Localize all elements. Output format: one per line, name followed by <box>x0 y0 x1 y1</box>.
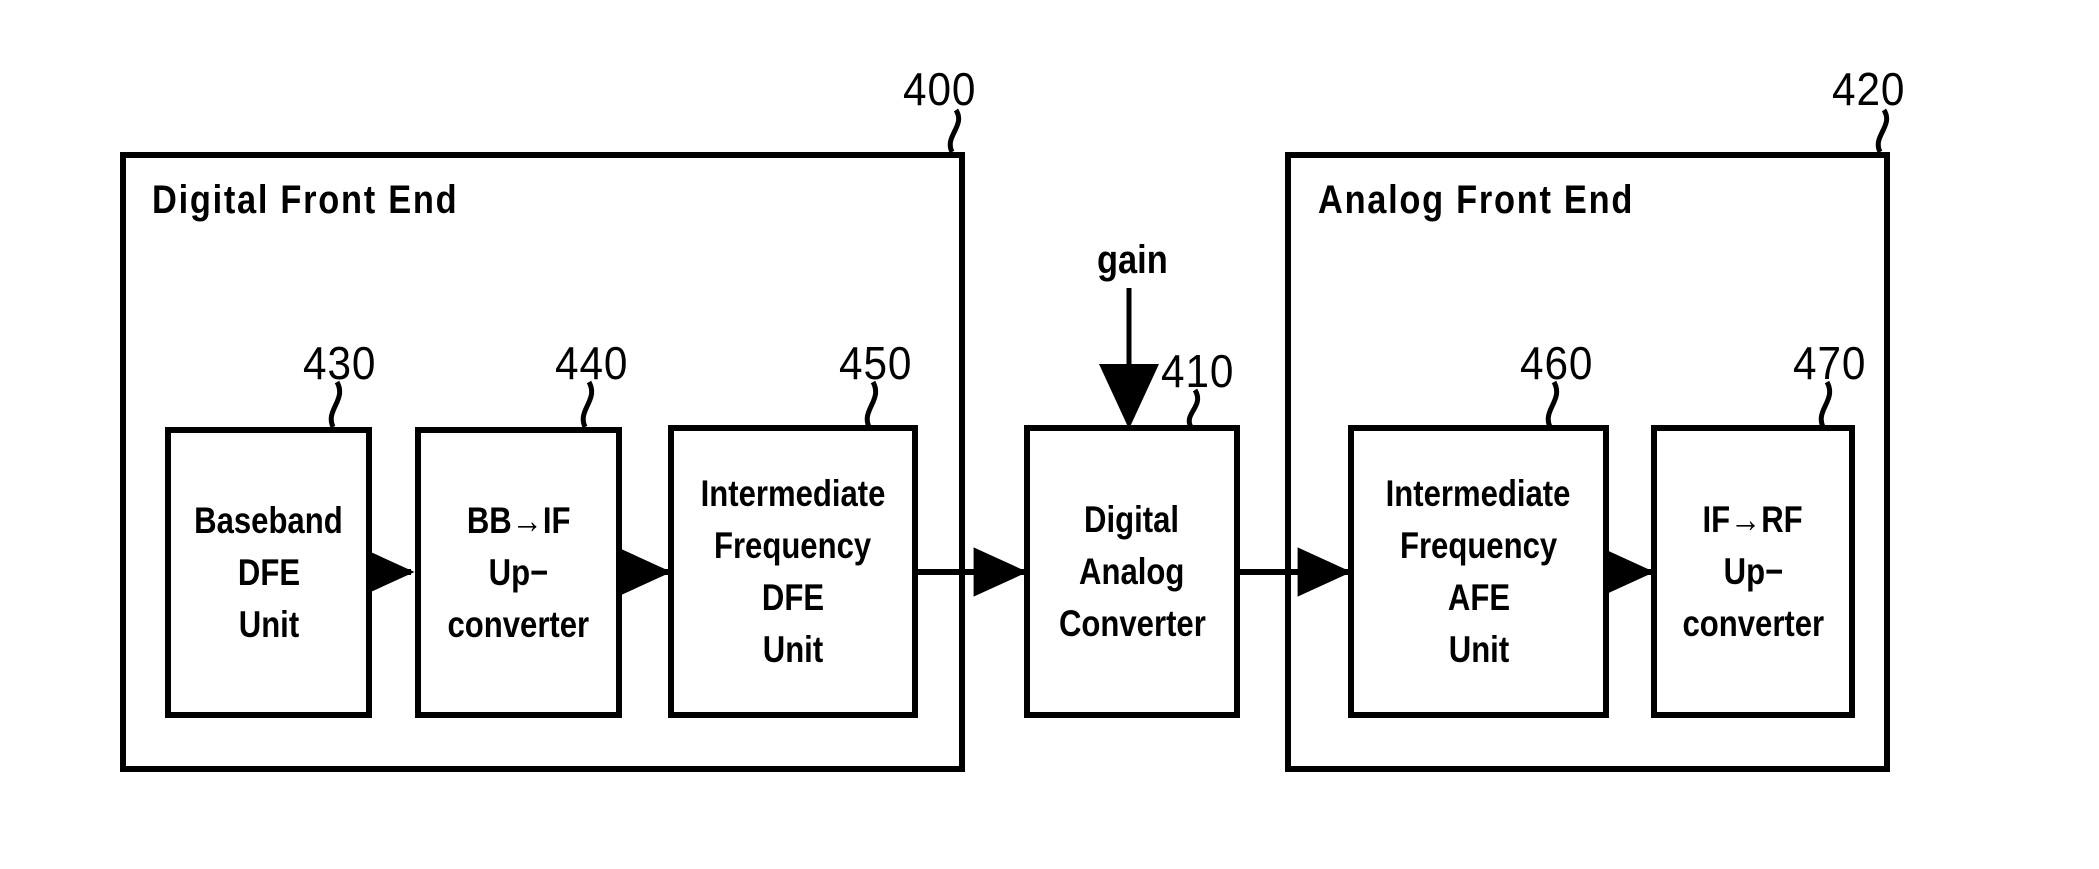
block-line: Baseband <box>194 499 343 541</box>
leader-420 <box>1875 108 1889 154</box>
block-line: Frequency <box>1399 524 1558 566</box>
block-line: Converter <box>1058 602 1206 644</box>
group-label-digital-front-end: Digital Front End <box>152 178 459 222</box>
block-intermediate-frequency-dfe-unit: Intermediate Frequency DFE Unit <box>668 425 918 718</box>
block-line: AFE <box>1447 576 1510 618</box>
block-bb-if-upconverter: BB→IF Up− converter <box>415 427 622 718</box>
ref-numeral-460: 460 <box>1520 337 1594 389</box>
ref-numeral-410: 410 <box>1161 345 1235 397</box>
block-line: Unit <box>1448 628 1509 670</box>
leader-400 <box>947 108 961 154</box>
block-line: DFE <box>761 576 825 618</box>
block-intermediate-frequency-afe-unit: Intermediate Frequency AFE Unit <box>1348 425 1609 718</box>
gain-signal-label: gain <box>1097 238 1168 282</box>
block-line: Up− <box>1723 550 1783 592</box>
block-line: Unit <box>238 603 299 645</box>
block-line: Analog <box>1079 550 1185 592</box>
ref-numeral-470: 470 <box>1793 337 1867 389</box>
ref-numeral-430: 430 <box>303 337 377 389</box>
block-digital-analog-converter: Digital Analog Converter <box>1024 425 1240 718</box>
block-line: IF→RF <box>1702 498 1804 540</box>
patent-figure: Digital Front End 400 Analog Front End 4… <box>0 0 2099 869</box>
block-line: DFE <box>237 551 300 593</box>
block-line: converter <box>1682 602 1824 644</box>
block-line: Digital <box>1084 498 1180 540</box>
ref-numeral-450: 450 <box>839 337 913 389</box>
block-line: Intermediate <box>1386 472 1571 514</box>
ref-numeral-420: 420 <box>1832 63 1906 115</box>
ref-numeral-400: 400 <box>903 63 977 115</box>
block-line: Intermediate <box>700 472 886 514</box>
ref-numeral-440: 440 <box>555 337 629 389</box>
block-if-rf-upconverter: IF→RF Up− converter <box>1651 425 1855 718</box>
block-baseband-dfe-unit: Baseband DFE Unit <box>165 427 372 718</box>
block-line: Frequency <box>714 524 872 566</box>
block-line: Up− <box>488 551 549 593</box>
group-label-analog-front-end: Analog Front End <box>1318 178 1635 222</box>
block-line: Unit <box>762 628 824 670</box>
block-line: converter <box>447 603 590 645</box>
block-line: BB→IF <box>466 499 571 541</box>
